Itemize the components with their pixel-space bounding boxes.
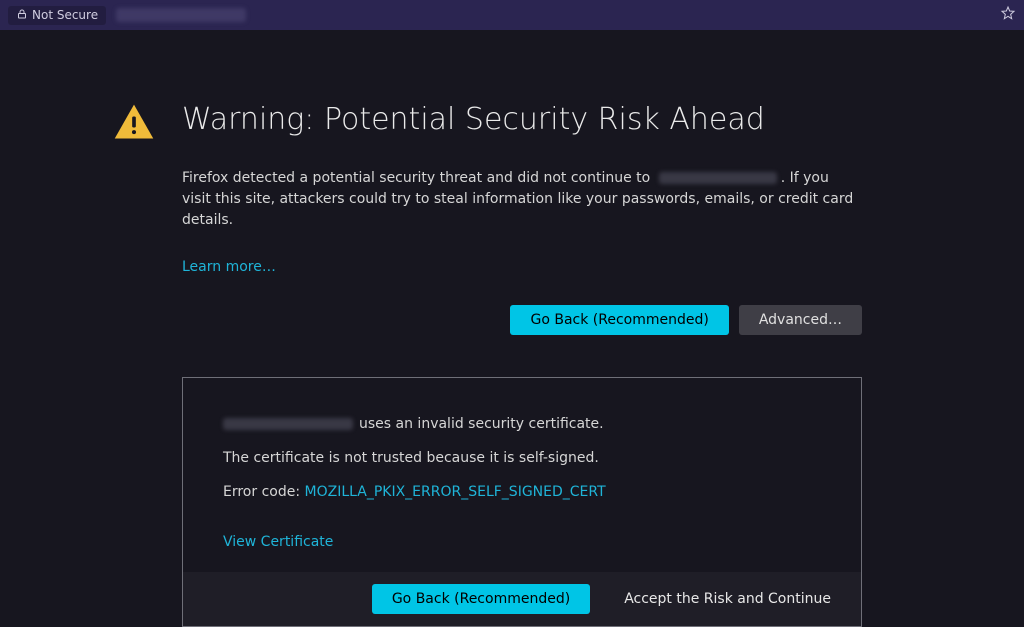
- learn-more-link[interactable]: Learn more…: [182, 259, 276, 275]
- advanced-footer: Go Back (Recommended) Accept the Risk an…: [183, 572, 861, 626]
- bookmark-star-icon[interactable]: [1000, 5, 1016, 25]
- cert-invalid-text: uses an invalid security certificate.: [359, 416, 604, 432]
- warning-description: Firefox detected a potential security th…: [182, 168, 862, 231]
- cert-invalid-line: uses an invalid security certificate.: [223, 416, 821, 432]
- cert-selfsigned-line: The certificate is not trusted because i…: [223, 450, 821, 466]
- warning-page: Warning: Potential Security Risk Ahead F…: [0, 30, 1024, 627]
- button-row: Go Back (Recommended) Advanced…: [182, 305, 862, 335]
- error-code-line: Error code: MOZILLA_PKIX_ERROR_SELF_SIGN…: [223, 484, 821, 500]
- advanced-panel: uses an invalid security certificate. Th…: [182, 377, 862, 627]
- warning-title: Warning: Potential Security Risk Ahead: [182, 102, 765, 137]
- go-back-button-2[interactable]: Go Back (Recommended): [372, 584, 590, 614]
- address-bar: Not Secure: [0, 0, 1024, 30]
- error-code-link[interactable]: MOZILLA_PKIX_ERROR_SELF_SIGNED_CERT: [305, 484, 606, 500]
- hostname-redacted-2: [223, 418, 353, 430]
- lock-icon: [16, 8, 28, 23]
- url-redacted: [116, 8, 246, 22]
- advanced-button[interactable]: Advanced…: [739, 305, 862, 335]
- accept-risk-button[interactable]: Accept the Risk and Continue: [614, 584, 841, 614]
- security-indicator[interactable]: Not Secure: [8, 6, 106, 25]
- warning-triangle-icon: [112, 100, 156, 148]
- view-certificate-link[interactable]: View Certificate: [223, 534, 333, 550]
- warning-desc-before: Firefox detected a potential security th…: [182, 170, 650, 186]
- security-label: Not Secure: [32, 8, 98, 22]
- hostname-redacted: [659, 172, 777, 184]
- error-code-label: Error code:: [223, 484, 305, 500]
- go-back-button[interactable]: Go Back (Recommended): [510, 305, 728, 335]
